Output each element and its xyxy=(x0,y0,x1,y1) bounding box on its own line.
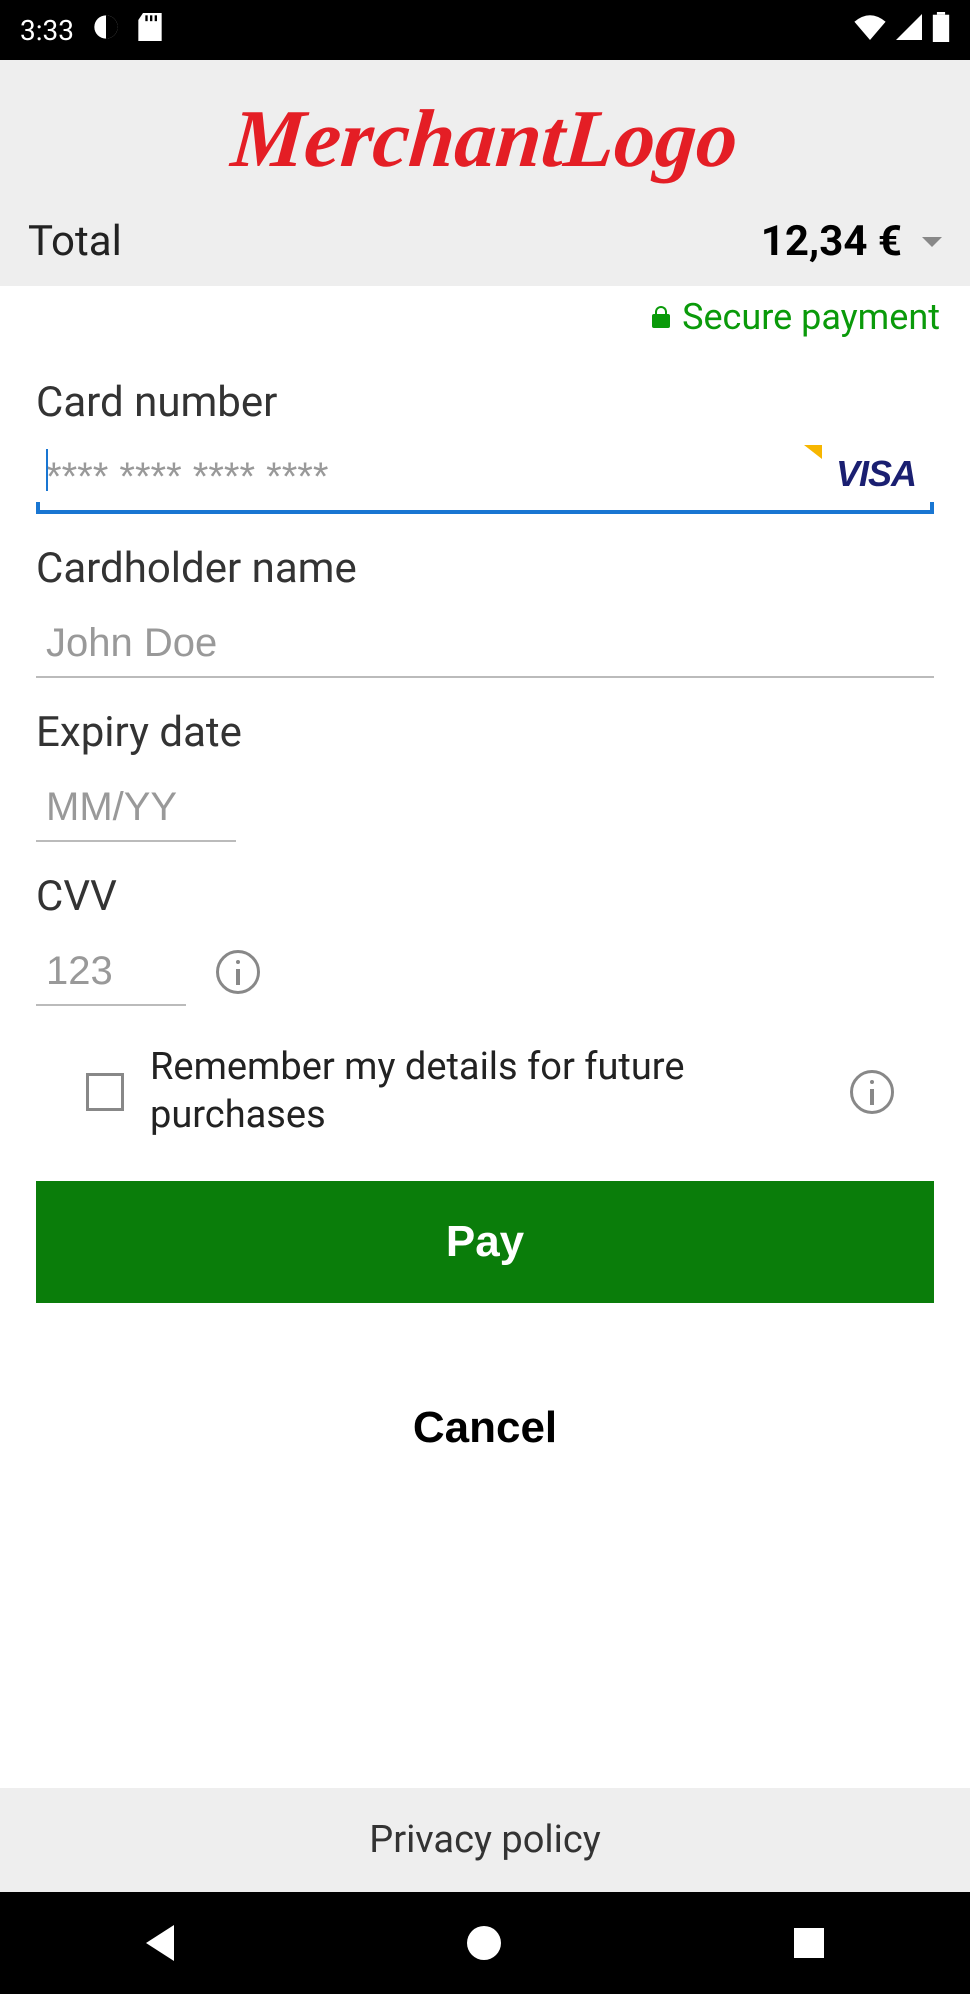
pay-button[interactable]: Pay xyxy=(36,1181,934,1303)
secure-payment-badge: Secure payment xyxy=(0,286,970,338)
header: MerchantLogo Total 12,34 € xyxy=(0,60,970,286)
total-row[interactable]: Total 12,34 € xyxy=(0,205,970,286)
battery-icon xyxy=(932,12,950,49)
cvv-info-icon[interactable] xyxy=(216,950,260,994)
nav-back-button[interactable] xyxy=(146,1925,174,1961)
merchant-logo: MerchantLogo xyxy=(229,98,742,180)
card-number-field[interactable] xyxy=(46,455,924,500)
nav-home-button[interactable] xyxy=(467,1926,501,1960)
expiry-field[interactable] xyxy=(46,785,226,830)
status-time: 3:33 xyxy=(20,14,74,47)
cardholder-name-label: Cardholder name xyxy=(36,544,934,593)
cvv-field[interactable] xyxy=(46,949,176,994)
nav-recent-button[interactable] xyxy=(794,1928,824,1958)
sd-card-icon xyxy=(138,13,162,48)
total-label: Total xyxy=(28,217,122,266)
cardholder-name-field[interactable] xyxy=(46,621,924,666)
chevron-down-icon[interactable] xyxy=(922,237,942,247)
visa-icon: VISA xyxy=(836,453,916,495)
cvv-label: CVV xyxy=(36,872,934,921)
status-icon-1 xyxy=(92,13,120,48)
card-number-label: Card number xyxy=(36,378,934,427)
lock-icon xyxy=(652,306,670,328)
remember-info-icon[interactable] xyxy=(850,1070,894,1114)
text-cursor xyxy=(46,449,48,491)
privacy-policy-link[interactable]: Privacy policy xyxy=(0,1788,970,1892)
remember-label: Remember my details for future purchases xyxy=(150,1044,824,1139)
wifi-icon xyxy=(854,14,886,47)
status-bar: 3:33 xyxy=(0,0,970,60)
expiry-label: Expiry date xyxy=(36,708,934,757)
total-amount: 12,34 € xyxy=(761,217,902,266)
secure-text: Secure payment xyxy=(682,296,940,338)
card-number-field-wrap[interactable]: VISA xyxy=(36,437,934,514)
signal-icon xyxy=(896,14,922,47)
visa-corner-icon xyxy=(804,445,822,459)
nav-bar xyxy=(0,1892,970,1994)
cvv-field-wrap[interactable] xyxy=(36,931,186,1006)
expiry-field-wrap[interactable] xyxy=(36,767,236,842)
payment-form: Card number VISA Cardholder name Expiry … xyxy=(0,338,970,1788)
cancel-button[interactable]: Cancel xyxy=(36,1403,934,1453)
cardholder-name-field-wrap[interactable] xyxy=(36,603,934,678)
remember-checkbox[interactable] xyxy=(86,1073,124,1111)
